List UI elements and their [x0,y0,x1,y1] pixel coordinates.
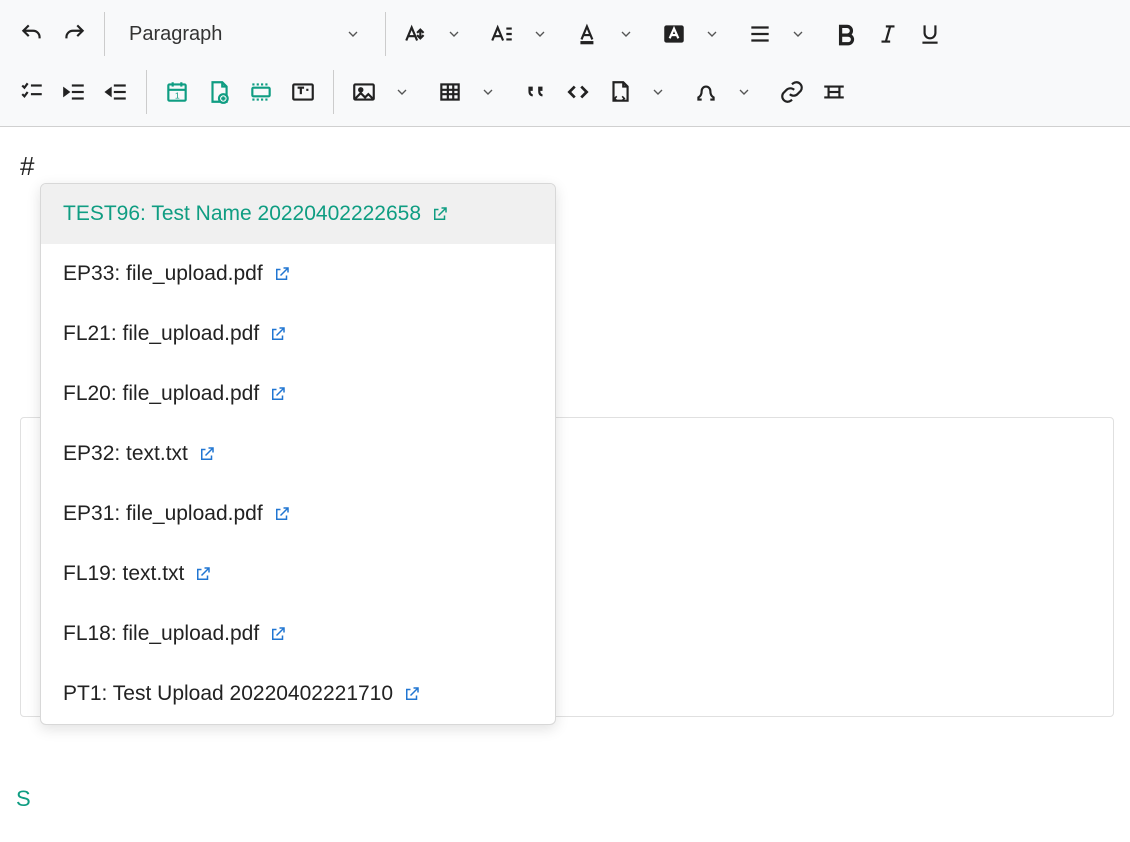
suggestion-label: EP31: file_upload.pdf [63,502,263,526]
image-menu[interactable] [382,72,422,112]
code-block-menu[interactable] [638,72,678,112]
bold-button[interactable] [826,14,866,54]
external-link-icon[interactable] [269,625,287,643]
toolbar-row-2: 1 [0,66,1130,118]
suggestion-label: FL21: file_upload.pdf [63,322,259,346]
suggestion-label: FL19: text.txt [63,562,184,586]
highlight-menu[interactable] [692,14,732,54]
svg-text:1: 1 [175,91,180,101]
external-link-icon[interactable] [269,325,287,343]
undo-button[interactable] [12,14,52,54]
text-color-menu[interactable] [606,14,646,54]
separator [385,12,386,56]
text-color-button[interactable] [568,14,608,54]
editor-content[interactable]: # TEST96: Test Name 20220402222658EP33: … [0,127,1130,206]
suggestion-item[interactable]: FL21: file_upload.pdf [41,304,555,364]
table-menu[interactable] [468,72,508,112]
date-button[interactable]: 1 [157,72,197,112]
suggestion-label: EP32: text.txt [63,442,188,466]
font-size-button[interactable] [396,14,436,54]
page-add-button[interactable] [199,72,239,112]
suggestion-item[interactable]: PT1: Test Upload 20220402221710 [41,664,555,724]
typed-text: # [20,151,34,181]
suggestion-item[interactable]: EP33: file_upload.pdf [41,244,555,304]
chevron-down-icon [345,26,361,42]
external-link-icon[interactable] [269,385,287,403]
save-indicator: S [16,786,31,812]
anchor-button[interactable] [814,72,854,112]
special-char-menu[interactable] [724,72,764,112]
highlight-button[interactable] [654,14,694,54]
suggestion-item[interactable]: FL18: file_upload.pdf [41,604,555,664]
italic-button[interactable] [868,14,908,54]
suggestion-item[interactable]: EP31: file_upload.pdf [41,484,555,544]
align-menu[interactable] [778,14,818,54]
editor-toolbar: Paragraph 1 [0,0,1130,127]
quote-button[interactable] [516,72,556,112]
toolbar-row-1: Paragraph [0,8,1130,60]
suggestion-label: FL20: file_upload.pdf [63,382,259,406]
special-char-button[interactable] [686,72,726,112]
code-block-button[interactable] [600,72,640,112]
suggestion-label: FL18: file_upload.pdf [63,622,259,646]
line-height-button[interactable] [482,14,522,54]
outdent-button[interactable] [96,72,136,112]
table-button[interactable] [430,72,470,112]
external-link-icon[interactable] [194,565,212,583]
suggestion-item[interactable]: FL20: file_upload.pdf [41,364,555,424]
separator [333,70,334,114]
format-select[interactable]: Paragraph [115,14,375,54]
align-button[interactable] [740,14,780,54]
link-button[interactable] [772,72,812,112]
external-link-icon[interactable] [273,505,291,523]
suggestion-label: TEST96: Test Name 20220402222658 [63,202,421,226]
suggestion-label: EP33: file_upload.pdf [63,262,263,286]
external-link-icon[interactable] [198,445,216,463]
suggestion-item[interactable]: FL19: text.txt [41,544,555,604]
redo-button[interactable] [54,14,94,54]
indent-button[interactable] [54,72,94,112]
code-button[interactable] [558,72,598,112]
underline-button[interactable] [910,14,950,54]
external-link-icon[interactable] [431,205,449,223]
mention-suggestions: TEST96: Test Name 20220402222658 EP33: fi… [40,183,556,725]
separator [104,12,105,56]
image-button[interactable] [344,72,384,112]
checklist-button[interactable] [12,72,52,112]
frame-button[interactable] [241,72,281,112]
suggestion-label: PT1: Test Upload 20220402221710 [63,682,393,706]
external-link-icon[interactable] [403,685,421,703]
text-block-button[interactable] [283,72,323,112]
external-link-icon[interactable] [273,265,291,283]
suggestion-item[interactable]: EP32: text.txt [41,424,555,484]
suggestion-item[interactable]: TEST96: Test Name 20220402222658 [41,184,555,244]
separator [146,70,147,114]
line-height-menu[interactable] [520,14,560,54]
format-select-label: Paragraph [129,23,222,46]
font-size-menu[interactable] [434,14,474,54]
